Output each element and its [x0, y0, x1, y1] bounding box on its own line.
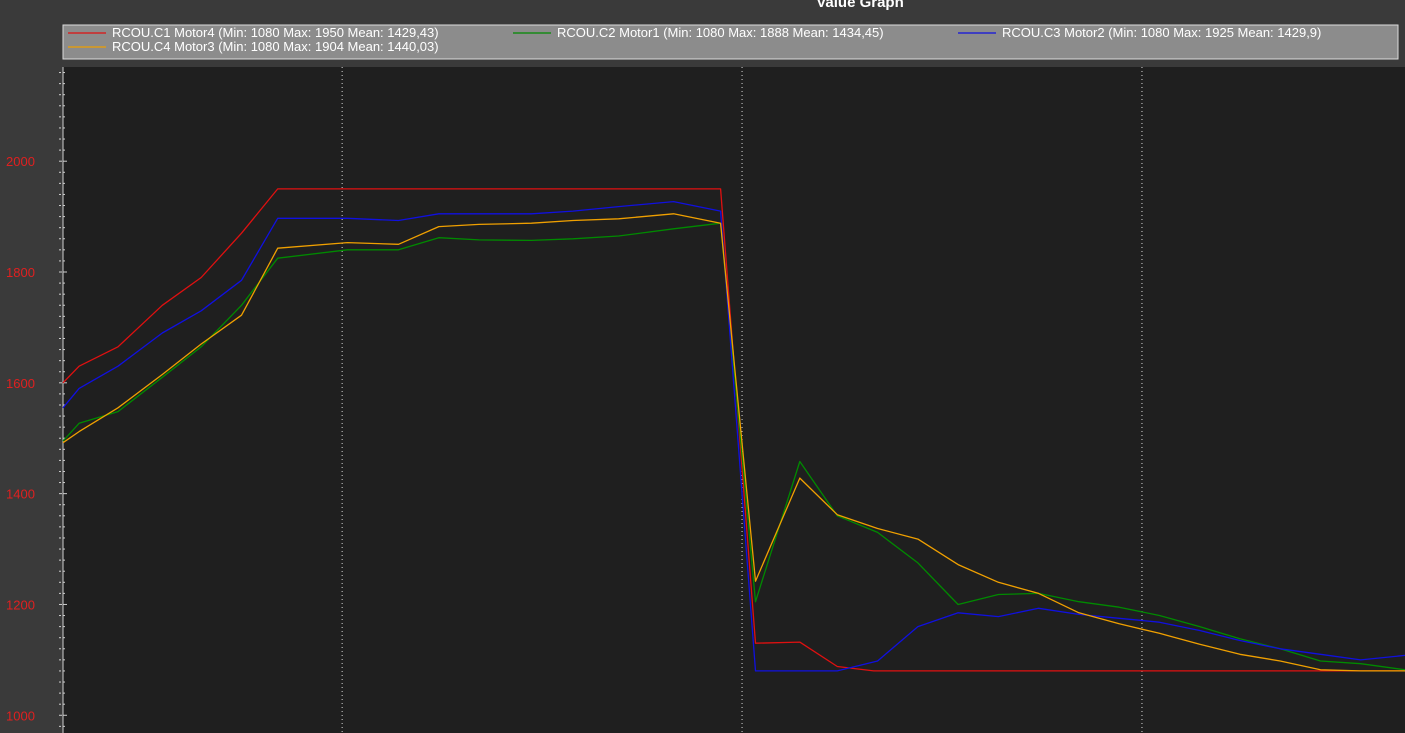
y-tick-label-2000: 2000 — [6, 154, 35, 169]
y-axis-ticks: 1000 1200 1400 1600 1800 2000 — [6, 72, 67, 727]
plot-area — [63, 67, 1405, 733]
y-tick-label-1000: 1000 — [6, 708, 35, 723]
legend-label-3: RCOU.C4 Motor3 (Min: 1080 Max: 1904 Mean… — [112, 39, 439, 54]
legend-label-1: RCOU.C2 Motor1 (Min: 1080 Max: 1888 Mean… — [557, 25, 884, 40]
y-tick-label-1800: 1800 — [6, 265, 35, 280]
y-tick-label-1200: 1200 — [6, 597, 35, 612]
legend-label-0: RCOU.C1 Motor4 (Min: 1080 Max: 1950 Mean… — [112, 25, 439, 40]
value-graph: Value Graph RCOU.C1 Motor4 (Min: 1080 Ma… — [6, 0, 1405, 733]
y-tick-label-1600: 1600 — [6, 376, 35, 391]
chart-title: Value Graph — [816, 0, 904, 11]
y-tick-label-1400: 1400 — [6, 487, 35, 502]
legend-label-2: RCOU.C3 Motor2 (Min: 1080 Max: 1925 Mean… — [1002, 25, 1321, 40]
